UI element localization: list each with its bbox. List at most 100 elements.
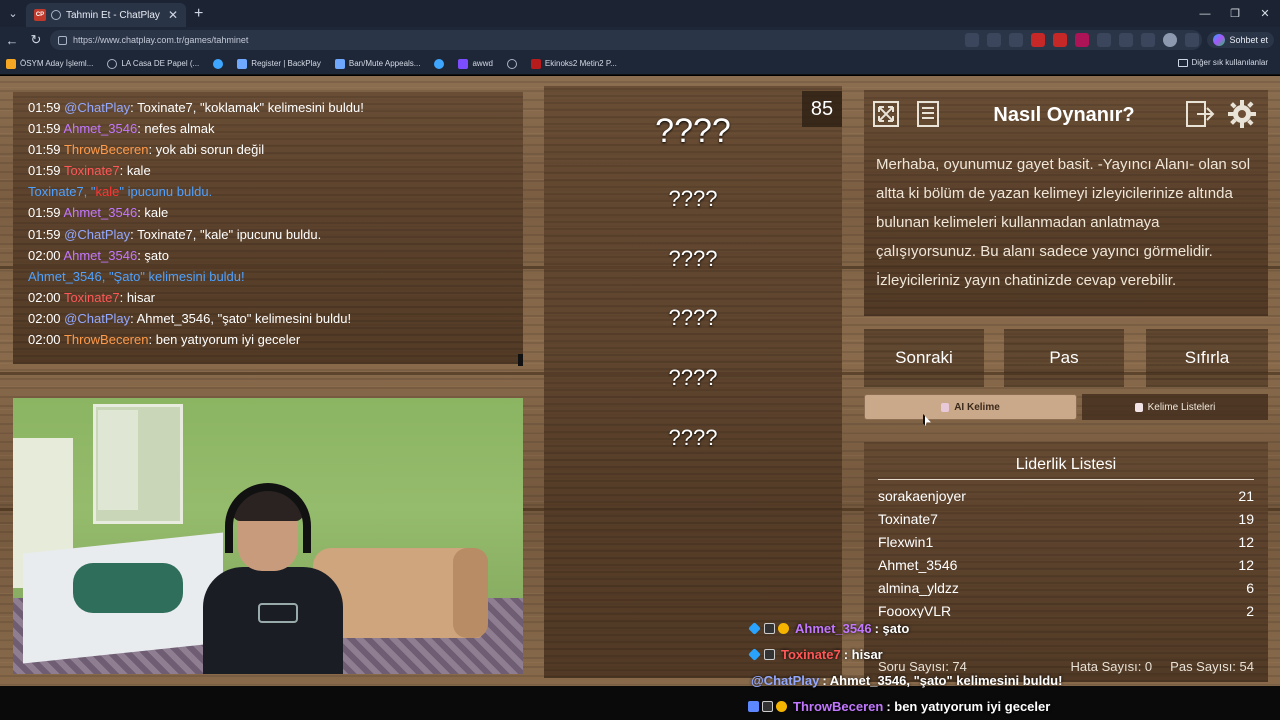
globe-icon — [107, 58, 118, 69]
document-icon[interactable] — [912, 98, 944, 130]
streamer — [203, 483, 343, 674]
chat-message: 01:59 ThrowBeceren: yok abi sorun değil — [28, 142, 265, 158]
message-time: 01:59 — [28, 142, 61, 158]
message-text: hisar — [126, 289, 156, 305]
audio-icon — [51, 10, 61, 20]
tab-active[interactable]: CP Tahmin Et - ChatPlay ✕ — [26, 3, 186, 27]
message-username[interactable]: Toxinate7 — [64, 163, 120, 178]
ai-word-button[interactable]: AI Kelime — [864, 394, 1077, 420]
message-text: şato — [144, 247, 169, 263]
hidden-word: ???? — [668, 425, 718, 450]
other-bookmarks[interactable]: Diğer sık kullanılanlar — [1177, 58, 1268, 67]
error-count: Hata Sayısı: 0 — [1070, 659, 1153, 674]
overlay-chat-line: ThrowBeceren: ben yatıyorum iyi geceler — [748, 694, 1050, 718]
favorites-icon[interactable] — [1119, 33, 1134, 47]
message-time: 02:00 — [28, 332, 61, 348]
message-username[interactable]: @ChatPlay — [64, 100, 130, 115]
copilot-chat-button[interactable]: Sohbet et — [1207, 32, 1274, 48]
tab-actions-icon[interactable] — [1141, 33, 1156, 47]
message-text: yok abi sorun değil — [155, 142, 265, 158]
pass-count: Pas Sayısı: 54 — [1170, 659, 1254, 674]
tab-list-icon[interactable]: ⌄ — [0, 0, 26, 27]
message-username[interactable]: ThrowBeceren — [64, 142, 149, 157]
close-window-icon[interactable]: ✕ — [1250, 0, 1280, 27]
message-username[interactable]: @ChatPlay — [64, 311, 130, 326]
next-button[interactable]: Sonraki — [864, 329, 984, 387]
word-panel: 85 ???? ???? ???? ???? ???? ???? — [544, 86, 842, 678]
hidden-word: ???? — [668, 305, 718, 330]
hidden-word: ???? — [668, 246, 718, 271]
chat-message: 02:00 @ChatPlay: Ahmet_3546, "şato" keli… — [28, 310, 352, 326]
how-to-text: Merhaba, oyunumuz gayet basit. -Yayıncı … — [876, 156, 1251, 289]
copilot-chat-label: Sohbet et — [1229, 35, 1268, 45]
more-menu-icon[interactable] — [1185, 33, 1200, 47]
message-username[interactable]: Ahmet_3546 — [63, 205, 137, 220]
new-tab-icon[interactable]: + — [194, 5, 203, 23]
leaderboard-row: Toxinate7 19 — [878, 507, 1254, 530]
extensions-icon[interactable] — [1097, 33, 1112, 47]
leaderboard-rows[interactable]: sorakaenjoyer 21 Toxinate7 19 Flexwin1 12 Ahme… — [878, 480, 1254, 619]
hidden-word: ???? — [668, 365, 718, 390]
bookmark-backplay[interactable]: Register | BackPlay — [237, 58, 321, 69]
bookmark-icon-only[interactable] — [213, 58, 224, 69]
extension-red-icon[interactable] — [1031, 33, 1046, 47]
player-score: 6 — [1246, 579, 1254, 596]
chat-message: 01:59 @ChatPlay: Toxinate7, "kale" ipucu… — [28, 226, 322, 242]
pass-button[interactable]: Pas — [1004, 329, 1124, 387]
player-name: Flexwin1 — [878, 533, 934, 550]
bookmark-icon — [237, 58, 248, 69]
profile-avatar[interactable] — [1163, 33, 1178, 47]
chat-scrollbar[interactable] — [518, 354, 523, 366]
robot-icon — [941, 402, 950, 412]
exit-icon[interactable] — [1184, 98, 1216, 130]
read-aloud-icon[interactable] — [965, 33, 980, 47]
message-time: 02:00 — [28, 289, 61, 305]
chat-message: 01:59 @ChatPlay: Toxinate7, "koklamak" k… — [28, 100, 364, 115]
message-username[interactable]: @ChatPlay — [64, 227, 130, 242]
leaderboard-row: FoooxyVLR 2 — [878, 599, 1254, 619]
badge-icon — [764, 622, 775, 634]
collections-icon[interactable] — [1009, 33, 1024, 47]
extension-pink-icon[interactable] — [1075, 33, 1090, 47]
url-text: https://www.chatplay.com.tr/games/tahmin… — [73, 35, 249, 45]
message-username[interactable]: ThrowBeceren — [64, 332, 149, 347]
overlay-username: ThrowBeceren — [793, 698, 884, 714]
message-username[interactable]: Toxinate7 — [64, 290, 120, 305]
message-time: 01:59 — [28, 100, 61, 115]
overlay-message: : Ahmet_3546, "şato" kelimesini buldu! — [822, 672, 1063, 688]
bookmark-metin2[interactable]: Ekinoks2 Metin2 P... — [530, 58, 617, 69]
notebook-icon — [1134, 402, 1143, 412]
copilot-icon — [1213, 34, 1226, 46]
leaderboard-row: Flexwin1 12 — [878, 530, 1254, 553]
chat-log: 01:59 @ChatPlay: Toxinate7, "koklamak" k… — [13, 92, 523, 366]
badge-icon — [776, 700, 787, 712]
bookmark-icon-only-3[interactable] — [506, 58, 517, 69]
maximize-icon[interactable]: ❐ — [1220, 0, 1250, 27]
gear-icon[interactable] — [1226, 98, 1258, 130]
overlay-message: : hisar — [843, 646, 883, 662]
player-name: almina_yldzz — [878, 579, 959, 596]
hidden-word: ???? — [668, 186, 718, 211]
refresh-icon[interactable]: ↻ — [24, 27, 48, 53]
youtube-icon[interactable] — [1053, 33, 1068, 47]
close-tab-icon[interactable]: ✕ — [168, 8, 178, 22]
bookmark-appeals[interactable]: Ban/Mute Appeals... — [334, 58, 420, 69]
window-controls: — ❐ ✕ — [1190, 0, 1280, 27]
reset-button[interactable]: Sıfırla — [1146, 329, 1268, 387]
message-username[interactable]: Ahmet_3546 — [63, 121, 137, 136]
bookmark-lacasa[interactable]: LA Casa DE Papel (... — [107, 58, 199, 69]
overlay-chat-line: @ChatPlay: Ahmet_3546, "şato" kelimesini… — [748, 668, 1062, 692]
bookmark-osym[interactable]: ÖSYM Aday İşleml... — [6, 58, 93, 69]
back-icon[interactable]: ← — [0, 27, 24, 53]
badge-icon — [748, 647, 761, 661]
bookmark-icon — [530, 58, 541, 69]
bookmark-icon-only-2[interactable] — [434, 58, 445, 69]
word-lists-button[interactable]: Kelime Listeleri — [1082, 394, 1268, 420]
message-username[interactable]: Ahmet_3546 — [63, 248, 137, 263]
bookmark-awwd[interactable]: awwd — [458, 58, 493, 69]
favorite-star-icon[interactable] — [987, 33, 1002, 47]
message-time: 01:59 — [28, 226, 61, 242]
chat-message: 01:59 Ahmet_3546: kale — [28, 205, 169, 221]
fullscreen-icon[interactable] — [870, 98, 902, 130]
minimize-icon[interactable]: — — [1190, 0, 1220, 27]
